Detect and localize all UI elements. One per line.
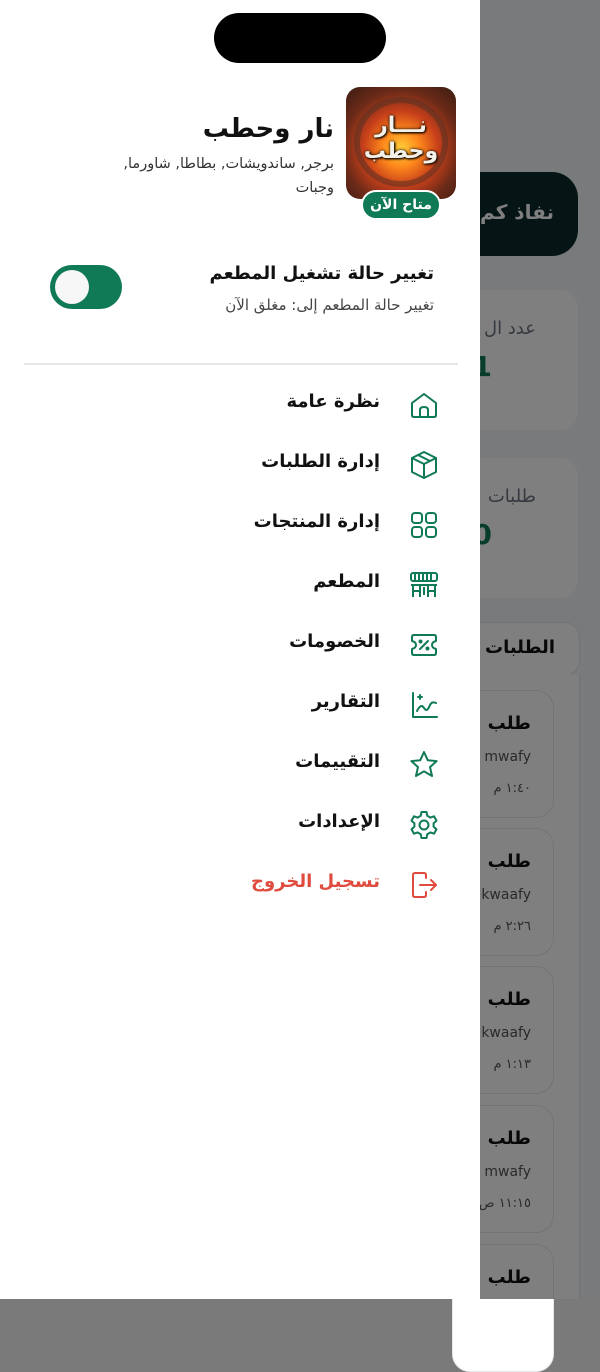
menu-item-label: التقارير [311, 691, 380, 712]
home-icon [408, 389, 440, 421]
menu-item-label: المطعم [313, 571, 380, 592]
menu-item-logout[interactable]: تسجيل الخروج [110, 863, 440, 907]
menu-item-restaurant[interactable]: المطعم [110, 563, 440, 607]
logout-icon [408, 869, 440, 901]
menu-item-ratings[interactable]: التقييمات [110, 743, 440, 787]
menu-item-label: نظرة عامة [286, 391, 381, 412]
divider [24, 363, 458, 365]
restaurant-logo: نـــار وحطب [346, 87, 456, 199]
logo-text-line1: نـــار [375, 113, 427, 138]
menu-item-label: الإعدادات [298, 811, 380, 832]
menu-item-reports[interactable]: التقارير [110, 683, 440, 727]
side-drawer: نـــار وحطب متاح الآن نار وحطب برجر, سان… [0, 0, 480, 1299]
box-icon [408, 449, 440, 481]
menu-item-overview[interactable]: نظرة عامة [110, 383, 440, 427]
menu-item-label: إدارة المنتجات [253, 511, 380, 532]
star-icon [408, 749, 440, 781]
logo-text-line2: وحطب [363, 139, 439, 164]
menu-item-orders[interactable]: إدارة الطلبات [110, 443, 440, 487]
menu-item-label: تسجيل الخروج [251, 871, 380, 892]
restaurant-name: نار وحطب [202, 114, 334, 144]
menu-item-label: إدارة الطلبات [261, 451, 380, 472]
status-badge: متاح الآن [361, 190, 441, 220]
chart-icon [408, 689, 440, 721]
status-toggle-switch[interactable] [50, 265, 122, 309]
discount-icon [408, 629, 440, 661]
menu-item-settings[interactable]: الإعدادات [110, 803, 440, 847]
status-toggle-subtitle: تغيير حالة المطعم إلى: مغلق الآن [225, 296, 434, 314]
store-icon [408, 569, 440, 601]
menu-item-discounts[interactable]: الخصومات [110, 623, 440, 667]
menu-item-products[interactable]: إدارة المنتجات [110, 503, 440, 547]
logo-text: نـــار وحطب [346, 113, 456, 165]
camera-notch [214, 13, 386, 63]
status-toggle-title: تغيير حالة تشغيل المطعم [209, 263, 434, 284]
toggle-knob [55, 270, 89, 304]
grid-icon [408, 509, 440, 541]
gear-icon [408, 809, 440, 841]
menu-item-label: الخصومات [289, 631, 380, 652]
restaurant-description: برجر, ساندويشات, بطاطا, شاورما, وجبات [123, 156, 334, 196]
menu-item-label: التقييمات [295, 751, 380, 772]
